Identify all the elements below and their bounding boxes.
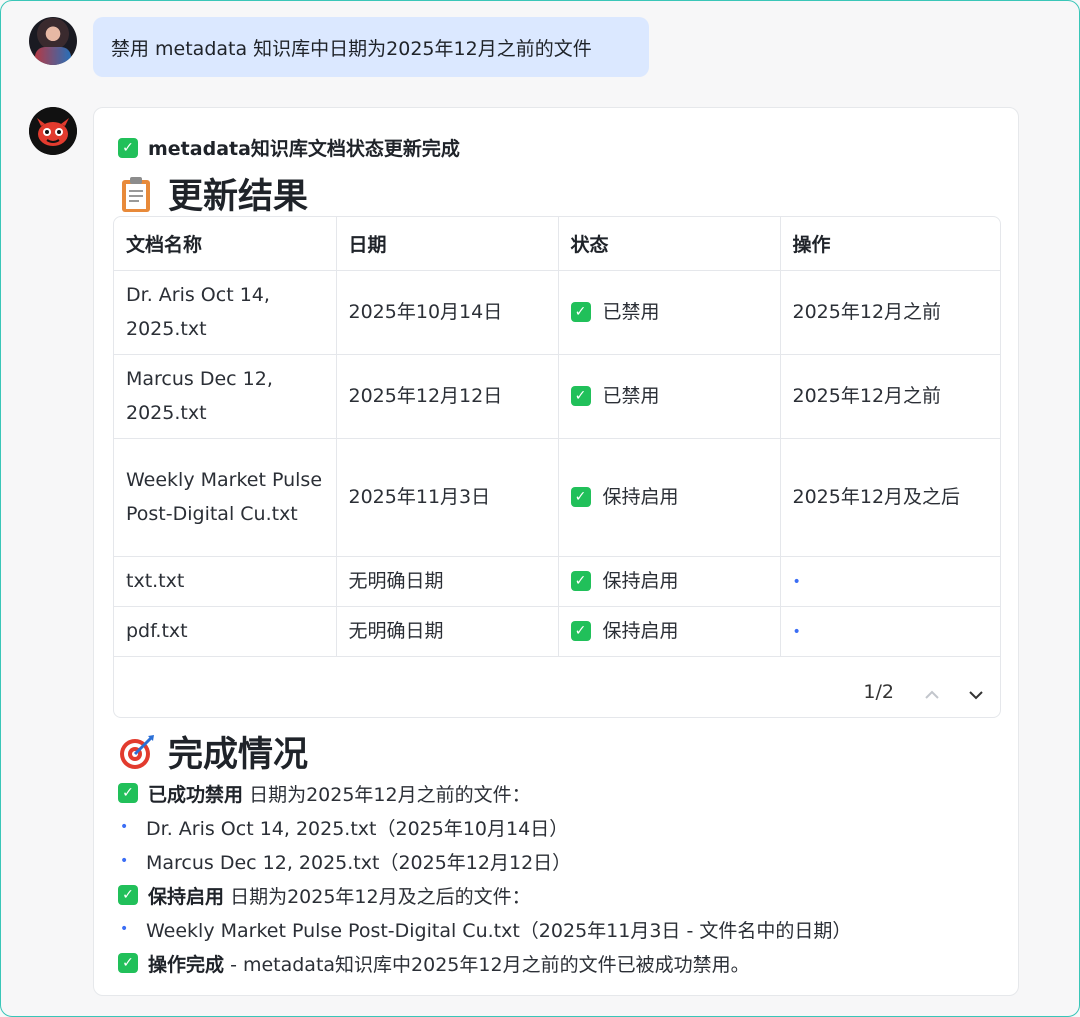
cell-status: ✓ 保持启用 xyxy=(558,556,781,607)
cell-name: pdf.txt xyxy=(114,606,337,657)
user-avatar xyxy=(29,17,77,65)
check-icon: ✓ xyxy=(118,137,138,158)
cell-status: ✓ 保持启用 xyxy=(558,606,781,657)
cell-status: ✓ 已禁用 xyxy=(558,354,781,439)
bot-mascot-icon xyxy=(29,107,77,155)
check-icon: ✓ xyxy=(570,302,591,322)
header-name: 文档名称 xyxy=(114,217,337,271)
header-action: 操作 xyxy=(780,217,1000,271)
status-text: 保持启用 xyxy=(602,486,679,508)
table-pager: 1/2 xyxy=(863,681,983,703)
bullet-dot: • xyxy=(792,624,801,640)
summary-list: ✓ 已成功禁用 日期为2025年12月之前的文件： • Dr. Aris Oct … xyxy=(118,776,998,980)
cell-date: 2025年12月12日 xyxy=(336,354,559,439)
cell-action: • xyxy=(780,556,1000,607)
header-status: 状态 xyxy=(558,217,781,271)
check-icon: ✓ xyxy=(118,885,138,905)
kept-text: 日期为2025年12月及之后的文件： xyxy=(230,885,531,908)
cell-action: 2025年12月之前 xyxy=(780,354,1000,439)
status-title: metadata知识库文档状态更新完成 xyxy=(148,138,460,160)
table-row: txt.txt 无明确日期 ✓ 保持启用 • xyxy=(114,556,1000,607)
list-item: • Weekly Market Pulse Post-Digital Cu.txt… xyxy=(118,912,998,946)
status-text: 保持启用 xyxy=(602,570,679,592)
cell-status: ✓ 已禁用 xyxy=(558,270,781,355)
table-row: Weekly Market Pulse Post-Digital Cu.txt … xyxy=(114,438,1000,557)
check-icon: ✓ xyxy=(570,386,591,406)
list-item-text: Dr. Aris Oct 14, 2025.txt（2025年10月14日） xyxy=(146,817,569,840)
cell-date: 2025年10月14日 xyxy=(336,270,559,355)
summary-kept: ✓ 保持启用 日期为2025年12月及之后的文件： xyxy=(118,878,998,912)
table-header-row: 文档名称 日期 状态 操作 xyxy=(114,217,1000,271)
check-icon: ✓ xyxy=(570,621,591,641)
clipboard-icon xyxy=(118,175,154,213)
cell-status: ✓ 保持启用 xyxy=(558,438,781,557)
check-icon: ✓ xyxy=(118,953,138,973)
status-text: 已禁用 xyxy=(602,385,660,407)
status-text: 保持启用 xyxy=(602,620,679,642)
result-table: 文档名称 日期 状态 操作 Dr. Aris Oct 14, 2025.txt … xyxy=(113,216,1001,718)
check-icon: ✓ xyxy=(570,571,591,591)
cell-name: txt.txt xyxy=(114,556,337,607)
summary-disabled: ✓ 已成功禁用 日期为2025年12月之前的文件： xyxy=(118,776,998,810)
kept-label: 保持启用 xyxy=(148,885,225,908)
result-heading-text: 更新结果 xyxy=(168,177,309,217)
chat-window: 禁用 metadata 知识库中日期为2025年12月之前的文件 ✓ metad… xyxy=(0,0,1080,1017)
chevron-up-icon[interactable] xyxy=(924,685,939,699)
cell-date: 无明确日期 xyxy=(336,556,559,607)
disabled-text: 日期为2025年12月之前的文件： xyxy=(249,783,531,806)
cell-date: 2025年11月3日 xyxy=(336,438,559,557)
table-row: Marcus Dec 12, 2025.txt 2025年12月12日 ✓ 已禁用… xyxy=(114,354,1000,439)
disabled-label: 已成功禁用 xyxy=(148,783,244,806)
cell-name: Weekly Market Pulse Post-Digital Cu.txt xyxy=(114,438,337,557)
cell-action: 2025年12月之前 xyxy=(780,270,1000,355)
table-row: pdf.txt 无明确日期 ✓ 保持启用 • xyxy=(114,606,1000,657)
cell-action: • xyxy=(780,606,1000,657)
list-item: • Marcus Dec 12, 2025.txt（2025年12月12日） xyxy=(118,844,998,878)
bullet-dot: • xyxy=(792,574,801,590)
check-icon: ✓ xyxy=(118,783,138,803)
target-icon xyxy=(118,733,154,771)
done-heading: 完成情况 xyxy=(118,726,308,777)
result-heading: 更新结果 xyxy=(118,168,308,219)
user-message-bubble: 禁用 metadata 知识库中日期为2025年12月之前的文件 xyxy=(93,17,649,77)
response-card: ✓ metadata知识库文档状态更新完成 更新结果 文档名称 日期 状态 操作… xyxy=(93,107,1019,996)
status-line: ✓ metadata知识库文档状态更新完成 xyxy=(118,134,460,161)
user-message-text: 禁用 metadata 知识库中日期为2025年12月之前的文件 xyxy=(111,37,592,60)
complete-label: 操作完成 xyxy=(148,953,225,976)
complete-text: - metadata知识库中2025年12月之前的文件已被成功禁用。 xyxy=(230,953,750,976)
summary-complete: ✓ 操作完成 - metadata知识库中2025年12月之前的文件已被成功禁用… xyxy=(118,946,998,980)
status-text: 已禁用 xyxy=(602,301,660,323)
done-heading-text: 完成情况 xyxy=(168,735,309,775)
list-item-text: Marcus Dec 12, 2025.txt（2025年12月12日） xyxy=(146,851,572,874)
cell-action: 2025年12月及之后 xyxy=(780,438,1000,557)
cell-date: 无明确日期 xyxy=(336,606,559,657)
table-row: Dr. Aris Oct 14, 2025.txt 2025年10月14日 ✓ 已… xyxy=(114,270,1000,355)
bot-avatar xyxy=(29,107,77,155)
cell-name: Dr. Aris Oct 14, 2025.txt xyxy=(114,270,337,355)
list-item: • Dr. Aris Oct 14, 2025.txt（2025年10月14日） xyxy=(118,810,998,844)
list-item-text: Weekly Market Pulse Post-Digital Cu.txt（… xyxy=(146,919,852,942)
header-date: 日期 xyxy=(336,217,559,271)
check-icon: ✓ xyxy=(570,487,591,507)
cell-name: Marcus Dec 12, 2025.txt xyxy=(114,354,337,439)
page-indicator: 1/2 xyxy=(863,681,894,703)
chevron-down-icon[interactable] xyxy=(968,685,983,700)
